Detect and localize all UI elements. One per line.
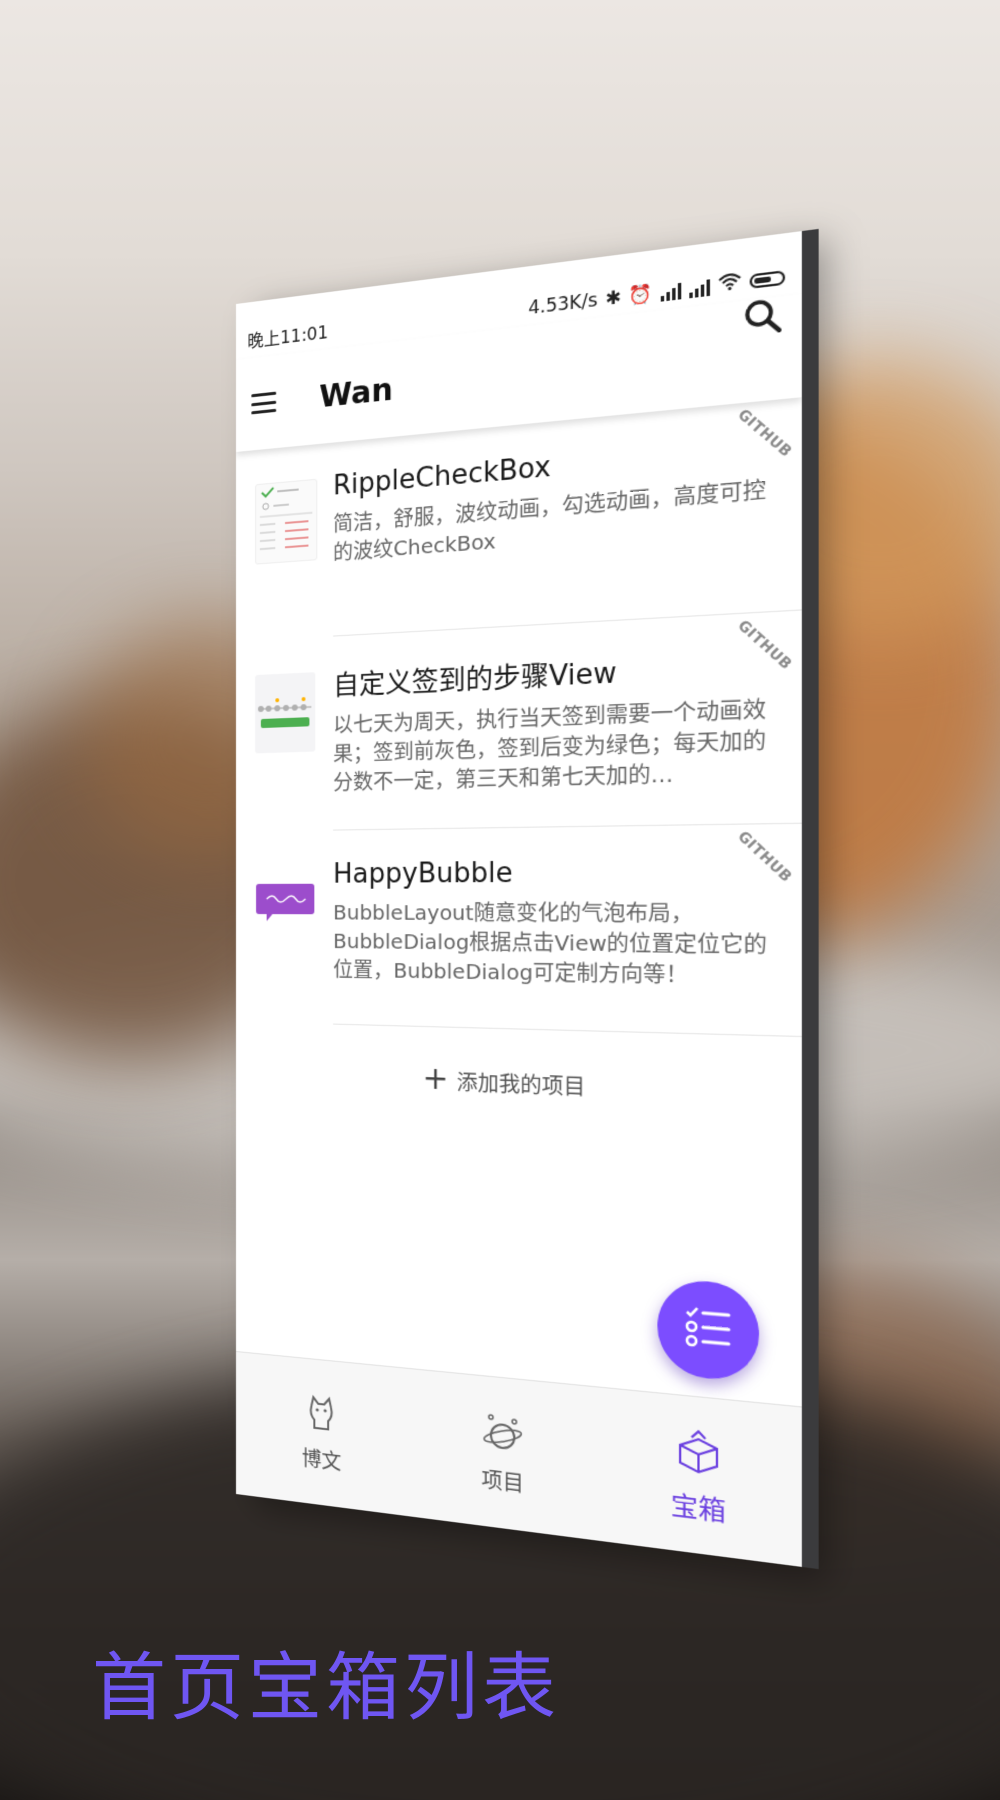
checklist-icon	[682, 1301, 733, 1358]
treasure-box-icon	[673, 1424, 724, 1482]
page-caption: 首页宝箱列表	[92, 1645, 560, 1731]
project-thumbnail	[255, 865, 315, 944]
project-card[interactable]: HappyBubble BubbleLayout随意变化的气泡布局，Bubble…	[236, 824, 802, 1038]
nav-item-treasure-box[interactable]: 宝箱	[630, 1419, 768, 1533]
project-list: RippleCheckBox 简洁，舒服，波纹动画，勾选动画，高度可控的波纹Ch…	[236, 397, 802, 1038]
alarm-icon: ⏰	[629, 282, 653, 308]
app-title: Wan	[319, 371, 393, 415]
search-icon[interactable]	[743, 295, 783, 337]
signal-icon	[660, 281, 682, 302]
add-project-label: 添加我的项目	[456, 1069, 586, 1100]
nav-label: 博文	[301, 1445, 342, 1475]
nav-label: 宝箱	[670, 1489, 726, 1527]
fab-checklist-button[interactable]	[657, 1277, 760, 1384]
battery-icon	[749, 270, 786, 289]
bluetooth-icon: ✱	[605, 286, 622, 310]
project-thumbnail	[255, 478, 318, 565]
planet-icon	[481, 1409, 524, 1460]
add-project-button[interactable]: + 添加我的项目	[236, 1042, 802, 1127]
project-card[interactable]: 自定义签到的步骤View 以七天为周天，执行当天签到需要一个动画效果；签到前灰色…	[236, 610, 802, 832]
nav-label: 项目	[481, 1466, 524, 1497]
plus-icon: +	[422, 1060, 449, 1098]
divider	[333, 1023, 802, 1038]
project-description: BubbleLayout随意变化的气泡布局，BubbleDialog根据点击Vi…	[333, 900, 768, 988]
phone-mockup: 晚上11:01 4.53K/s ✱ ⏰ Wan RippleCheckBox 简…	[236, 231, 802, 1567]
status-time: 晚上11:01	[247, 322, 329, 353]
network-speed: 4.53K/s	[528, 289, 598, 319]
project-title: HappyBubble	[333, 857, 513, 890]
menu-icon[interactable]	[251, 391, 277, 415]
signal-icon	[689, 278, 711, 298]
nav-item-projects[interactable]: 项目	[440, 1405, 568, 1503]
project-title: 自定义签到的步骤View	[333, 657, 617, 702]
wifi-icon	[718, 271, 741, 297]
cat-icon	[302, 1390, 341, 1439]
project-thumbnail	[255, 672, 315, 754]
project-description: 以七天为周天，执行当天签到需要一个动画效果；签到前灰色，签到后变为绿色；每天加的…	[333, 696, 767, 795]
phone-screen: 晚上11:01 4.53K/s ✱ ⏰ Wan RippleCheckBox 简…	[236, 231, 802, 1567]
nav-item-blog[interactable]: 博文	[263, 1386, 381, 1480]
